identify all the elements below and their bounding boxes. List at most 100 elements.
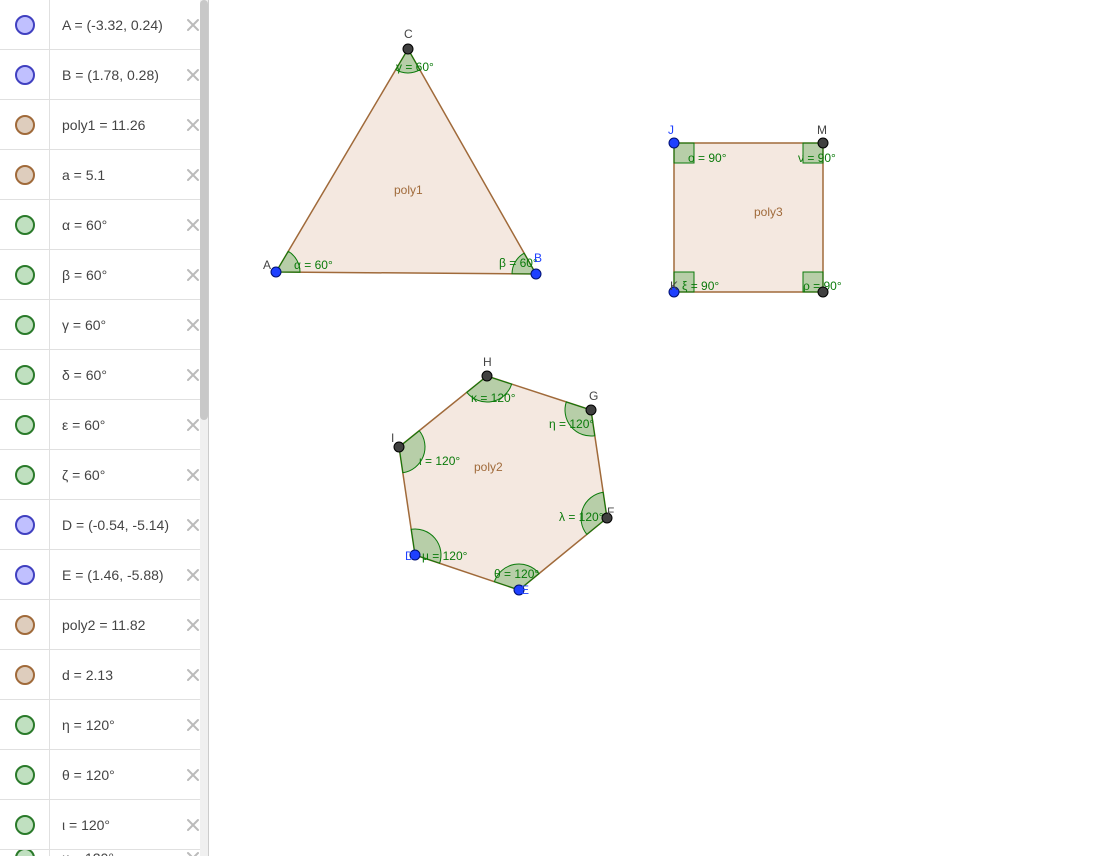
point-A[interactable] (271, 267, 281, 277)
point-C[interactable] (403, 44, 413, 54)
object-label[interactable]: D = (-0.54, -5.14) (50, 517, 178, 533)
point-label-H: H (483, 355, 492, 369)
object-label[interactable]: d = 2.13 (50, 667, 178, 683)
point-label-G: G (589, 389, 598, 403)
object-row[interactable]: a = 5.1 (0, 150, 208, 200)
poly1-shape[interactable] (276, 49, 536, 274)
object-row[interactable]: E = (1.46, -5.88) (0, 550, 208, 600)
angle-label: ο = 90° (688, 151, 727, 165)
object-row[interactable]: δ = 60° (0, 350, 208, 400)
visibility-toggle[interactable] (0, 800, 50, 849)
object-row[interactable]: η = 120° (0, 700, 208, 750)
visibility-toggle[interactable] (0, 200, 50, 249)
object-label[interactable]: A = (-3.32, 0.24) (50, 17, 178, 33)
object-label[interactable]: α = 60° (50, 217, 178, 233)
point-label-C: C (404, 27, 413, 41)
object-label[interactable]: θ = 120° (50, 767, 178, 783)
object-row[interactable]: α = 60° (0, 200, 208, 250)
object-label[interactable]: poly2 = 11.82 (50, 617, 178, 633)
color-swatch (15, 65, 35, 85)
object-row[interactable]: A = (-3.32, 0.24) (0, 0, 208, 50)
angle-label: ι = 120° (419, 454, 460, 468)
object-row[interactable]: θ = 120° (0, 750, 208, 800)
visibility-toggle[interactable] (0, 400, 50, 449)
color-swatch (15, 465, 35, 485)
angle-label: β = 60° (499, 256, 538, 270)
app-root: A = (-3.32, 0.24) B = (1.78, 0.28) poly1 =… (0, 0, 1096, 856)
angle-label: λ = 120° (559, 510, 604, 524)
object-row[interactable]: poly1 = 11.26 (0, 100, 208, 150)
point-label-D: D (405, 549, 414, 563)
color-swatch (15, 315, 35, 335)
sidebar-scrollbar[interactable] (200, 0, 208, 856)
object-label[interactable]: ζ = 60° (50, 467, 178, 483)
point-H[interactable] (482, 371, 492, 381)
object-label[interactable]: κ = 120° (50, 850, 178, 856)
visibility-toggle[interactable] (0, 500, 50, 549)
angle-label: ξ = 90° (682, 279, 719, 293)
object-label[interactable]: a = 5.1 (50, 167, 178, 183)
point-L[interactable] (818, 287, 828, 297)
object-row[interactable]: D = (-0.54, -5.14) (0, 500, 208, 550)
visibility-toggle[interactable] (0, 750, 50, 799)
graphics-svg[interactable]: α = 60°β = 60°γ = 60°poly1ABCο = 90°ν = … (209, 0, 1096, 856)
point-I[interactable] (394, 442, 404, 452)
visibility-toggle[interactable] (0, 150, 50, 199)
color-swatch (15, 615, 35, 635)
angle-label: θ = 120° (494, 567, 539, 581)
color-swatch (15, 265, 35, 285)
color-swatch (15, 165, 35, 185)
color-swatch (15, 115, 35, 135)
visibility-toggle[interactable] (0, 550, 50, 599)
angle-label: η = 120° (549, 417, 594, 431)
color-swatch (15, 215, 35, 235)
poly3-shape[interactable] (674, 143, 823, 292)
visibility-toggle[interactable] (0, 600, 50, 649)
object-row[interactable]: ε = 60° (0, 400, 208, 450)
object-label[interactable]: B = (1.78, 0.28) (50, 67, 178, 83)
visibility-toggle[interactable] (0, 300, 50, 349)
visibility-toggle[interactable] (0, 650, 50, 699)
visibility-toggle[interactable] (0, 0, 50, 49)
object-row[interactable]: κ = 120° (0, 850, 208, 856)
visibility-toggle[interactable] (0, 100, 50, 149)
graphics-view[interactable]: α = 60°β = 60°γ = 60°poly1ABCο = 90°ν = … (209, 0, 1096, 856)
color-swatch (15, 565, 35, 585)
object-label[interactable]: E = (1.46, -5.88) (50, 567, 178, 583)
object-label[interactable]: ι = 120° (50, 817, 178, 833)
object-label[interactable]: ε = 60° (50, 417, 178, 433)
poly3-label: poly3 (754, 205, 783, 219)
point-label-B: B (534, 251, 542, 265)
object-label[interactable]: β = 60° (50, 267, 178, 283)
point-B[interactable] (531, 269, 541, 279)
object-row[interactable]: B = (1.78, 0.28) (0, 50, 208, 100)
object-row[interactable]: d = 2.13 (0, 650, 208, 700)
visibility-toggle[interactable] (0, 450, 50, 499)
object-row[interactable]: β = 60° (0, 250, 208, 300)
visibility-toggle[interactable] (0, 850, 50, 856)
point-M[interactable] (818, 138, 828, 148)
angle-label: μ = 120° (422, 549, 468, 563)
object-row[interactable]: ι = 120° (0, 800, 208, 850)
object-label[interactable]: poly1 = 11.26 (50, 117, 178, 133)
object-row[interactable]: poly2 = 11.82 (0, 600, 208, 650)
object-label[interactable]: γ = 60° (50, 317, 178, 333)
color-swatch (15, 515, 35, 535)
point-label-E: E (521, 583, 529, 597)
visibility-toggle[interactable] (0, 250, 50, 299)
object-row[interactable]: γ = 60° (0, 300, 208, 350)
point-G[interactable] (586, 405, 596, 415)
point-label-F: F (607, 505, 614, 519)
point-label-J: J (668, 123, 674, 137)
object-label[interactable]: η = 120° (50, 717, 178, 733)
point-J[interactable] (669, 138, 679, 148)
visibility-toggle[interactable] (0, 50, 50, 99)
visibility-toggle[interactable] (0, 350, 50, 399)
point-label-M: M (817, 123, 827, 137)
color-swatch (15, 15, 35, 35)
color-swatch (15, 765, 35, 785)
object-label[interactable]: δ = 60° (50, 367, 178, 383)
visibility-toggle[interactable] (0, 700, 50, 749)
object-row[interactable]: ζ = 60° (0, 450, 208, 500)
scrollbar-thumb[interactable] (200, 0, 208, 420)
